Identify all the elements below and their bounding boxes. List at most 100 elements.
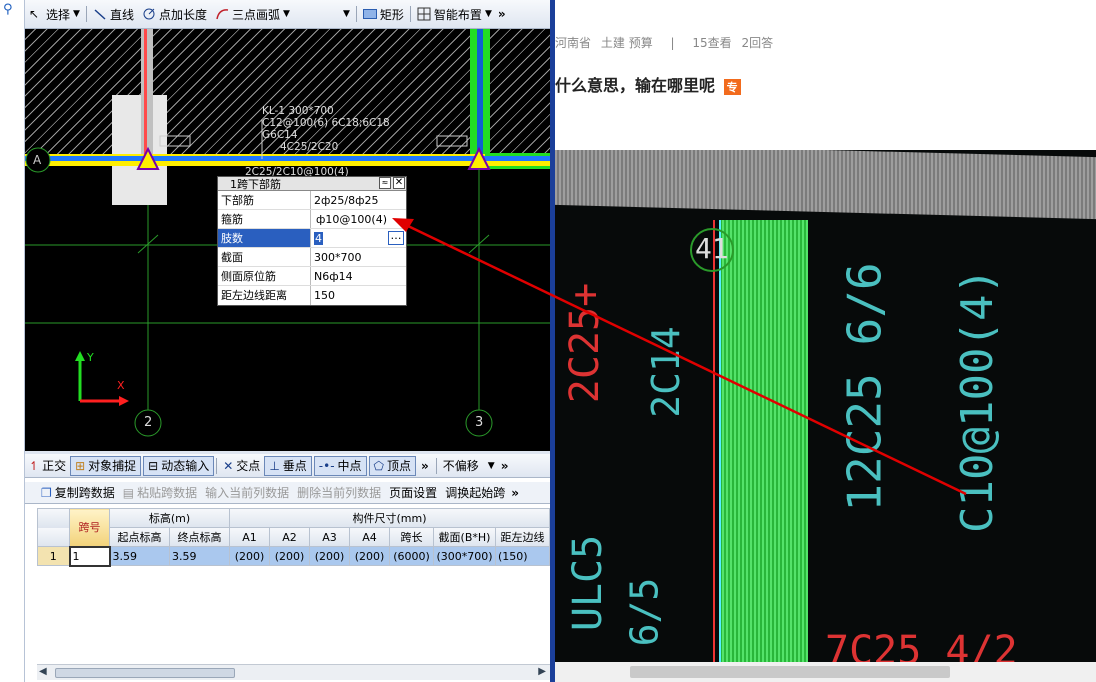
close-icon[interactable]: ✕ — [393, 177, 405, 189]
drawing-toolbar: ↖ 选择 ▼ 直线 点加长度 三点画弧 ▼ ▼ 矩形 智能布置 ▼ » — [25, 0, 550, 29]
photo-text-blue-1: 2C14 — [643, 326, 688, 418]
paste-span-button[interactable]: ▤ 粘贴跨数据 — [119, 482, 201, 503]
cell-start-elev[interactable]: 3.59 — [109, 546, 170, 566]
row-number: 1 — [37, 546, 70, 566]
cell-left-distance[interactable]: (150) — [495, 546, 550, 566]
intersection-icon: ✕ — [223, 458, 234, 473]
prop-row-side-rebar[interactable]: 侧面原位筋 N6ф14 — [218, 267, 406, 286]
snap-overflow-button-2[interactable]: » — [499, 459, 511, 473]
line-button[interactable]: 直线 — [89, 0, 138, 28]
copy-span-button[interactable]: ❐ 复制跨数据 — [37, 482, 119, 503]
col-a1[interactable]: A1 — [229, 527, 270, 547]
select-button[interactable]: ↖ 选择 ▼ — [25, 0, 84, 28]
grid-toolbar: ❐ 复制跨数据 ▤ 粘贴跨数据 输入当前列数据 删除当前列数据 页面设置 调换起始跨… — [25, 482, 550, 504]
prop-row-bottom-rebar[interactable]: 下部筋 2ф25/8ф25 — [218, 191, 406, 210]
ucs-y-label: Y — [87, 351, 94, 364]
col-a3[interactable]: A3 — [309, 527, 350, 547]
ucs-x-label: X — [117, 379, 125, 392]
breadcrumb-category[interactable]: 土建 — [601, 36, 625, 50]
cell-span-length[interactable]: (6000) — [389, 546, 434, 566]
question-photo[interactable]: 41 2C25+ 2C14 12C25 6/6 C10@100(4) ULC5 … — [555, 150, 1096, 662]
prop-row-section[interactable]: 截面 300*700 — [218, 248, 406, 267]
question-meta: 河南省 土建 预算 | 15查看 2回答 — [555, 36, 774, 50]
vertex-button[interactable]: ⬠ 顶点 — [368, 455, 416, 476]
dynamic-input-button[interactable]: ⊟ 动态输入 — [143, 455, 215, 476]
scroll-thumb[interactable] — [55, 668, 235, 678]
prop-row-legs[interactable]: 肢数 4 … — [218, 229, 406, 248]
column-red-line — [144, 29, 147, 169]
midpoint-button[interactable]: -•- 中点 — [313, 455, 367, 476]
arc-button[interactable]: 三点画弧 ▼ — [211, 0, 294, 28]
col-a2[interactable]: A2 — [269, 527, 310, 547]
page-setup-button[interactable]: 页面设置 — [385, 482, 441, 503]
intersection-button[interactable]: ✕ 交点 — [219, 454, 264, 477]
offset-dropdown[interactable]: 不偏移 ▼ — [439, 454, 499, 477]
span-data-grid[interactable]: 跨号 标高(m) 构件尺寸(mm) 起点标高 终点标高 A1 A2 A3 A4 … — [37, 508, 550, 567]
col-span-length[interactable]: 跨长 — [389, 527, 434, 547]
question-header: 河南省 土建 预算 | 15查看 2回答 什么意思，输在哪里呢 专 — [555, 0, 1096, 150]
input-current-column-button[interactable]: 输入当前列数据 — [201, 482, 293, 503]
line-icon — [93, 7, 107, 21]
delete-current-column-button[interactable]: 删除当前列数据 — [293, 482, 385, 503]
grid-overflow-button[interactable]: » — [509, 486, 521, 500]
cell-a1[interactable]: (200) — [229, 546, 270, 566]
answer-count: 2回答 — [741, 36, 774, 50]
midpoint-icon: -•- — [318, 458, 335, 473]
breadcrumb-subcategory[interactable]: 预算 — [629, 36, 653, 50]
span-property-panel[interactable]: 1跨下部筋 ≈ ✕ 下部筋 2ф25/8ф25 箍筋 ф10@100(4) 肢数 4… — [217, 176, 407, 306]
grid-horizontal-scrollbar[interactable]: ◀ ▶ — [37, 664, 550, 680]
photo-axis-number: 41 — [695, 232, 729, 265]
panel-header: 1跨下部筋 ≈ ✕ — [218, 177, 406, 191]
col-section[interactable]: 截面(B*H) — [433, 527, 496, 547]
col-left-distance[interactable]: 距左边线 — [495, 527, 550, 547]
column-block — [112, 95, 167, 205]
perpendicular-icon: ⊥ — [269, 458, 280, 473]
chevron-down-icon: ▼ — [282, 9, 290, 19]
col-start-elev[interactable]: 起点标高 — [109, 527, 170, 547]
prop-row-left-distance[interactable]: 距左边线距离 150 — [218, 286, 406, 305]
collapse-icon[interactable]: ≈ — [379, 177, 391, 189]
rect-button[interactable]: 矩形 — [359, 0, 408, 28]
separator — [355, 6, 357, 22]
breadcrumb-province[interactable]: 河南省 — [555, 36, 591, 50]
photo-text-blue-2: 12C25 6/6 — [837, 262, 892, 512]
size-group-header: 构件尺寸(mm) — [229, 508, 550, 528]
legs-field[interactable]: 4 … — [311, 229, 406, 247]
search-icon[interactable]: ⚲ — [3, 2, 13, 17]
expert-badge: 专 — [723, 78, 741, 95]
snap-overflow-button[interactable]: » — [416, 459, 434, 473]
cell-span[interactable]: 1 — [68, 545, 111, 567]
table-row[interactable]: 1 1 3.59 3.59 (200) (200) (200) (200) (6… — [37, 545, 550, 567]
swap-start-span-button[interactable]: 调换起始跨 — [441, 482, 509, 503]
view-count: 15查看 — [692, 36, 732, 50]
grip-box-right — [436, 135, 468, 147]
cell-end-elev[interactable]: 3.59 — [169, 546, 230, 566]
prop-row-stirrup[interactable]: 箍筋 ф10@100(4) — [218, 210, 406, 229]
separator — [435, 457, 437, 474]
cell-a2[interactable]: (200) — [269, 546, 310, 566]
osnap-icon: ⊞ — [75, 458, 86, 473]
grid-header-row: 跨号 标高(m) 构件尺寸(mm) — [37, 508, 550, 547]
axis-label-a: A — [33, 153, 42, 167]
axis-label-2: 2 — [144, 415, 153, 430]
cell-a4[interactable]: (200) — [349, 546, 390, 566]
ellipsis-button[interactable]: … — [388, 230, 404, 245]
beam-green-top — [485, 153, 550, 156]
scroll-left-icon[interactable]: ◀ — [39, 666, 47, 677]
cell-section[interactable]: (300*700) — [433, 546, 496, 566]
cell-a3[interactable]: (200) — [309, 546, 350, 566]
cursor-icon: ↖ — [29, 7, 40, 21]
col-a4[interactable]: A4 — [349, 527, 390, 547]
toolbar-overflow-button[interactable]: » — [496, 7, 508, 21]
ortho-button[interactable]: ↿ 正交 — [25, 454, 70, 477]
arc-mode-dropdown[interactable]: ▼ — [294, 0, 354, 28]
col-span-header[interactable]: 跨号 — [69, 508, 110, 547]
col-end-elev[interactable]: 终点标高 — [169, 527, 230, 547]
scroll-right-icon[interactable]: ▶ — [538, 666, 546, 677]
osnap-button[interactable]: ⊞ 对象捕捉 — [70, 455, 142, 476]
photo-scrollbar[interactable] — [555, 662, 1096, 682]
perpendicular-button[interactable]: ⊥ 垂点 — [264, 455, 312, 476]
photo-scroll-thumb[interactable] — [630, 666, 950, 678]
point-length-button[interactable]: 点加长度 — [138, 0, 211, 28]
smart-layout-button[interactable]: 智能布置 ▼ — [413, 0, 496, 28]
